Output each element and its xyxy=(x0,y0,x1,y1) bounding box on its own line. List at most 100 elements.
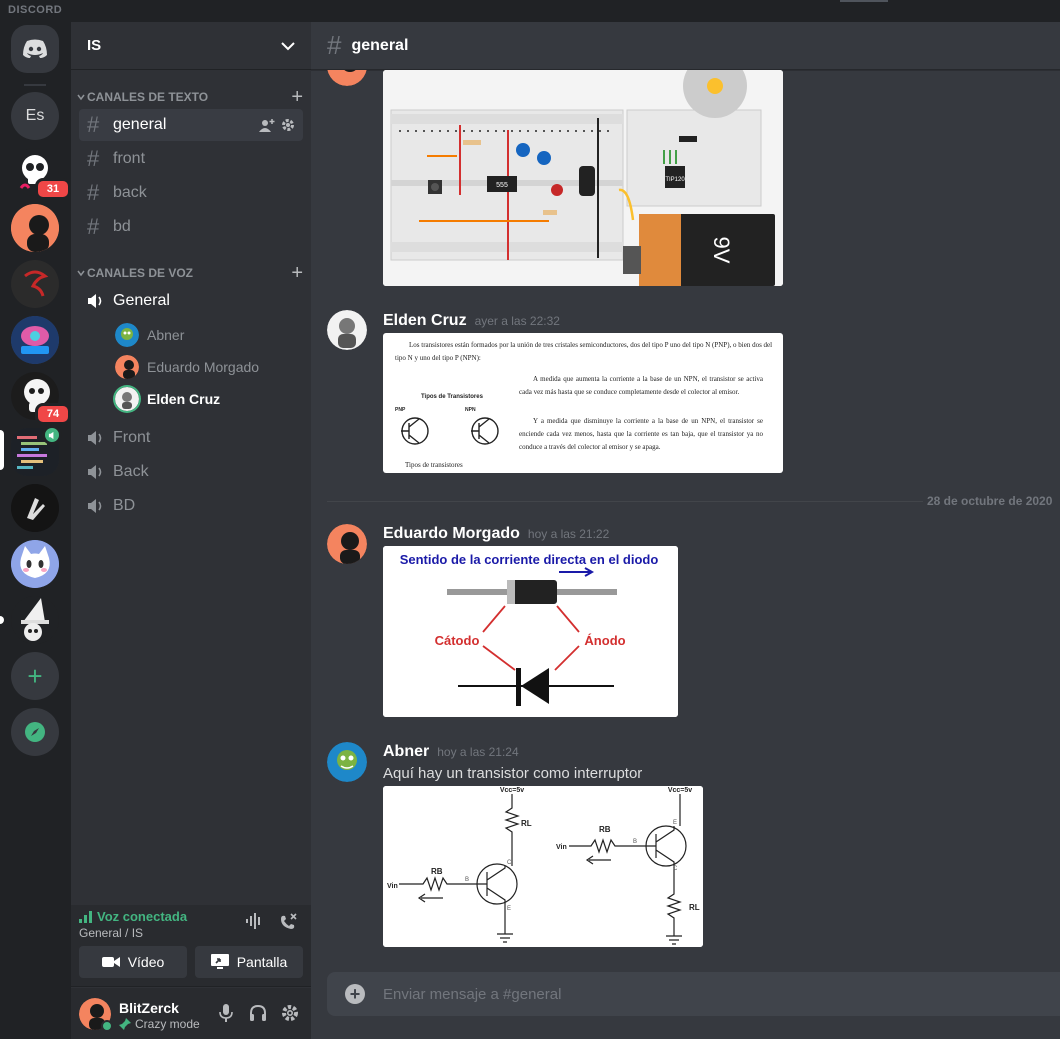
channel-header: # general xyxy=(311,22,1060,70)
avatar xyxy=(115,323,139,347)
disconnect-icon[interactable] xyxy=(279,913,297,929)
voice-channel-label: Back xyxy=(113,463,149,480)
voice-location[interactable]: General / IS xyxy=(79,926,143,940)
microphone-icon[interactable] xyxy=(217,1004,235,1022)
gaming-logo-icon xyxy=(11,316,59,364)
server-wizard[interactable] xyxy=(11,596,59,644)
channel-label: bd xyxy=(113,218,131,235)
vin-label-1: Vin xyxy=(387,883,398,890)
headphones-icon[interactable] xyxy=(249,1004,267,1022)
server-gaming[interactable] xyxy=(11,316,59,364)
voice-channel-back[interactable]: Back xyxy=(79,457,303,487)
voice-channel-front[interactable]: Front xyxy=(79,423,303,453)
discord-logo-icon xyxy=(23,39,47,58)
doc-intro: Los transistores están formados por la u… xyxy=(395,341,773,362)
message-author[interactable]: Eduardo Morgado xyxy=(383,525,520,543)
voice-user-eduardo[interactable]: Eduardo Morgado xyxy=(115,353,259,381)
video-label: Vídeo xyxy=(127,954,165,970)
channel-title: general xyxy=(351,36,409,54)
image-attachment-circuit[interactable]: Vcc=5v RL RB Vin B C E Vcc=5v RL RB Vin … xyxy=(383,786,703,947)
gear-icon[interactable] xyxy=(281,118,295,132)
category-text[interactable]: CANALES DE TEXTO + xyxy=(77,86,303,108)
screen-share-button[interactable]: Pantalla xyxy=(195,946,303,978)
rl-label-2: RL xyxy=(689,903,700,912)
username: BlitZerck xyxy=(119,1000,179,1016)
doc-paragraph-1: A medida que aumenta la corriente a la b… xyxy=(519,375,763,396)
server-profile-orange[interactable] xyxy=(11,204,59,252)
server-header[interactable]: IS xyxy=(71,22,311,70)
cathode-label: Cátodo xyxy=(435,633,480,648)
avatar[interactable] xyxy=(327,742,367,782)
channel-front[interactable]: # front xyxy=(79,143,303,175)
channel-bd[interactable]: # bd xyxy=(79,211,303,243)
image-attachment-transistors[interactable]: Los transistores están formados por la u… xyxy=(383,333,783,473)
doc-caption: Tipos de transistores xyxy=(405,461,463,469)
create-channel-icon[interactable]: + xyxy=(291,262,303,285)
doc-figure-title: Tipos de Transistores xyxy=(421,394,483,400)
user-settings-icon[interactable] xyxy=(281,1004,299,1022)
custom-status-text: Crazy mode xyxy=(135,1017,200,1031)
category-voice[interactable]: CANALES DE VOZ + xyxy=(77,262,303,284)
channel-label: front xyxy=(113,150,146,167)
noise-suppression-icon[interactable] xyxy=(245,913,263,929)
create-channel-icon[interactable]: + xyxy=(291,86,303,109)
message-input[interactable] xyxy=(383,985,983,1003)
home-button[interactable] xyxy=(11,25,59,73)
voice-channel-bd[interactable]: BD xyxy=(79,491,303,521)
message-composer: + xyxy=(327,972,1060,1016)
voice-user-name: Abner xyxy=(147,327,185,343)
message-header: Eduardo Morgado hoy a las 21:22 xyxy=(383,525,609,543)
voice-user-name: Elden Cruz xyxy=(147,391,221,407)
voice-status-label: Voz conectada xyxy=(97,909,188,924)
category-label: CANALES DE VOZ xyxy=(87,266,194,280)
custom-status: Crazy mode xyxy=(119,1017,200,1031)
base-label-1: B xyxy=(465,877,469,883)
voice-channel-label: BD xyxy=(113,497,136,514)
voice-user-abner[interactable]: Abner xyxy=(115,321,184,349)
channel-sidebar: IS CANALES DE TEXTO + # general # front … xyxy=(71,22,311,1039)
server-es[interactable]: Es xyxy=(11,92,59,140)
image-attachment-diode[interactable]: Sentido de la corriente directa en el di… xyxy=(383,546,678,717)
message-author[interactable]: Elden Cruz xyxy=(383,312,467,330)
server-hand[interactable] xyxy=(11,484,59,532)
video-button[interactable]: Vídeo xyxy=(79,946,187,978)
server-cat[interactable] xyxy=(11,540,59,588)
screen-share-icon xyxy=(210,954,229,969)
avatar[interactable] xyxy=(327,524,367,564)
cat-face-icon xyxy=(11,540,59,588)
category-chevron-icon xyxy=(77,270,85,277)
add-server-button[interactable]: + xyxy=(11,652,59,700)
avatar[interactable] xyxy=(327,310,367,350)
avatar xyxy=(115,355,139,379)
server-red-logo[interactable] xyxy=(11,260,59,308)
hash-icon: # xyxy=(87,214,100,239)
voice-user-elden[interactable]: Elden Cruz xyxy=(115,385,220,413)
voice-connection-panel: Voz conectada General / IS Vídeo Pantall… xyxy=(71,905,311,987)
voice-channel-label: General xyxy=(113,292,170,309)
server-name: IS xyxy=(87,37,102,54)
channel-general[interactable]: # general xyxy=(79,109,303,141)
explore-servers-button[interactable] xyxy=(11,708,59,756)
speaker-icon xyxy=(88,465,102,479)
unread-badge: 31 xyxy=(35,178,71,200)
pnp-label: PNP xyxy=(395,407,406,413)
chip-555-label: 555 xyxy=(496,182,508,189)
message-author[interactable]: Abner xyxy=(383,743,429,761)
hash-icon: # xyxy=(327,30,342,60)
emitter-label-2: E xyxy=(673,820,677,826)
channel-back[interactable]: # back xyxy=(79,177,303,209)
invite-icon[interactable] xyxy=(259,118,275,132)
titlebar-indicator xyxy=(840,0,888,2)
emitter-label-1: E xyxy=(507,906,511,912)
voice-user-name: Eduardo Morgado xyxy=(147,359,260,375)
attach-plus-icon[interactable]: + xyxy=(345,984,365,1004)
message-text: Aquí hay un transistor como interruptor xyxy=(383,765,643,782)
message-header: Elden Cruz ayer a las 22:32 xyxy=(383,312,560,330)
red-logo-icon xyxy=(11,260,59,308)
speaker-icon xyxy=(88,499,102,513)
server-separator xyxy=(24,84,46,86)
image-attachment-breadboard[interactable]: 555 TIP120 9V xyxy=(383,70,783,286)
voice-channel-general[interactable]: General xyxy=(79,286,303,316)
transistor-symbols: PNP NPN xyxy=(395,407,499,445)
signal-bars-icon xyxy=(79,910,92,923)
